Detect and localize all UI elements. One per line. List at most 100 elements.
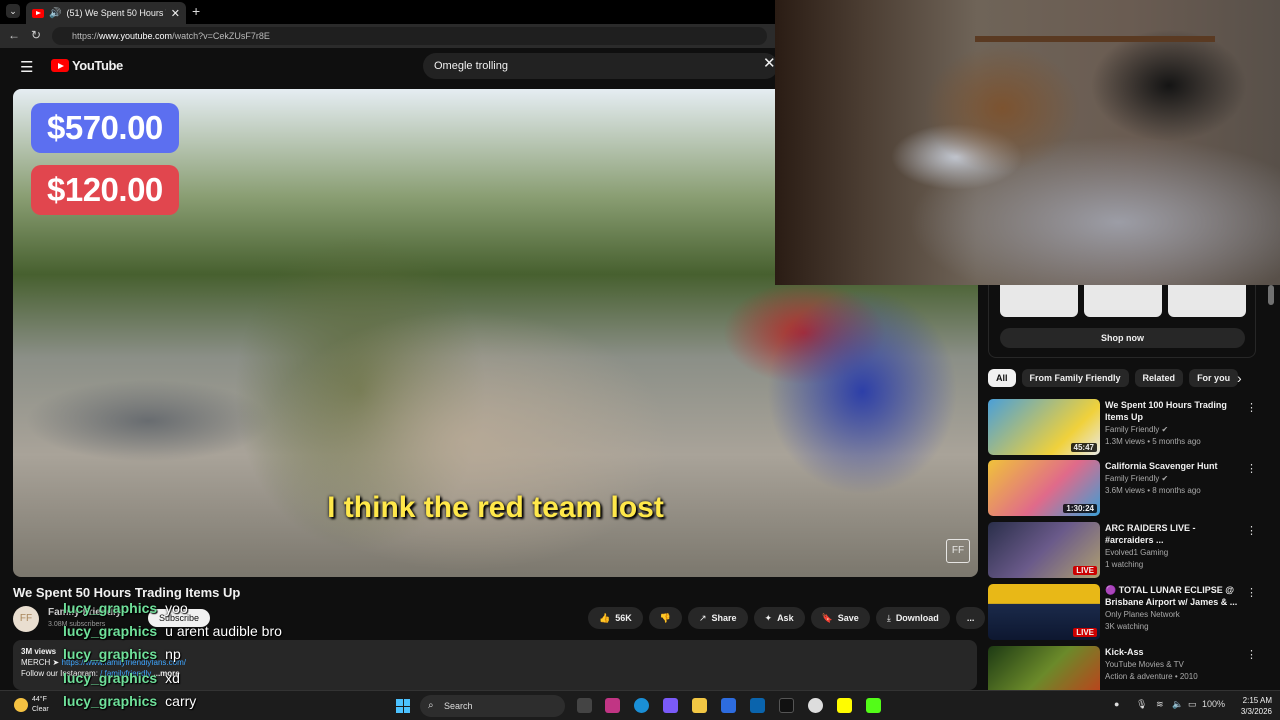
recommendation-item[interactable]: 1:30:24 California Scavenger Hunt Family… — [988, 460, 1258, 518]
recommendation-item[interactable]: 45:47 We Spent 100 Hours Trading Items U… — [988, 399, 1258, 457]
audio-playing-icon[interactable]: 🔊 — [49, 8, 61, 19]
recommendation-item[interactable]: LIVE ARC RAIDERS LIVE - #arcraiders ... … — [988, 522, 1258, 580]
ask-button[interactable]: ✦ Ask — [753, 607, 805, 629]
share-label: Share — [711, 613, 737, 623]
clock-time: 2:15 AM — [1242, 696, 1272, 705]
taskbar-search[interactable]: ⌕ Search — [420, 695, 565, 717]
url-field[interactable]: https://www.youtube.com/watch?v=CekZUsF7… — [52, 27, 767, 45]
file-explorer-icon[interactable] — [692, 698, 707, 713]
share-button[interactable]: ↗ Share — [687, 607, 748, 629]
browser-tab[interactable]: 🔊 (51) We Spent 50 Hours Trading Items U… — [26, 2, 186, 24]
mail-icon[interactable] — [750, 698, 765, 713]
view-count: 3M views — [21, 647, 57, 656]
like-button[interactable]: 👍 56K — [588, 607, 643, 629]
close-tab-icon[interactable]: ✕ — [171, 7, 180, 20]
system-clock[interactable]: 2:15 AM 3/3/2026 — [1228, 695, 1272, 717]
webcam-overlay — [775, 0, 1280, 285]
recommendation-title[interactable]: We Spent 100 Hours Trading Items Up — [1105, 399, 1245, 423]
reload-icon[interactable]: ↻ — [31, 28, 41, 42]
more-actions-button[interactable]: ... — [955, 607, 986, 629]
chevron-right-icon[interactable]: › — [1237, 370, 1242, 386]
chatgpt-icon[interactable] — [808, 698, 823, 713]
shop-now-button[interactable]: Shop now — [1000, 328, 1245, 348]
recommendation-channel[interactable]: Family Friendly ✔ — [1105, 424, 1168, 436]
video-subtitle: I think the red team lost — [327, 491, 664, 524]
product-tile[interactable] — [1000, 285, 1078, 317]
recommendation-item[interactable]: LIVE 🟣 TOTAL LUNAR ECLIPSE @ Brisbane Ai… — [988, 584, 1258, 642]
more-options-icon[interactable]: ⋮ — [1246, 648, 1257, 661]
instagram-icon[interactable] — [605, 698, 620, 713]
recommendation-channel[interactable]: Evolved1 Gaming — [1105, 547, 1168, 559]
microphone-icon[interactable]: 🎙 — [1136, 699, 1147, 710]
edge-icon[interactable] — [634, 698, 649, 713]
shelf — [975, 36, 1215, 42]
product-tile[interactable] — [1168, 285, 1246, 317]
tray-app-icon[interactable]: ● — [1114, 699, 1119, 709]
battery-icon[interactable]: ▭ — [1188, 699, 1197, 710]
chip-from-family-friendly[interactable]: From Family Friendly — [1021, 369, 1129, 387]
recommendation-title[interactable]: California Scavenger Hunt — [1105, 460, 1245, 472]
tiktok-icon[interactable] — [779, 698, 794, 713]
windows-start-icon[interactable] — [396, 699, 410, 713]
video-thumbnail[interactable]: LIVE — [988, 522, 1100, 578]
tab-list-chevron-icon[interactable]: ⌄ — [6, 4, 20, 18]
thumbs-up-icon: 👍 — [599, 613, 611, 623]
more-options-icon[interactable]: ⋮ — [1246, 524, 1257, 537]
chat-username: lucy_graphics — [63, 693, 158, 709]
sparkle-icon: ✦ — [764, 613, 773, 623]
recommendation-stats: 3.6M views • 8 months ago — [1105, 486, 1201, 495]
recommendation-channel[interactable]: Family Friendly ✔ — [1105, 473, 1168, 485]
search-input[interactable]: Omegle trolling — [423, 53, 778, 79]
hamburger-menu-icon[interactable]: ☰ — [20, 58, 33, 76]
video-thumbnail[interactable]: 45:47 — [988, 399, 1100, 455]
chat-username: lucy_graphics — [63, 670, 158, 686]
youtube-logo[interactable]: YouTube — [51, 58, 123, 73]
video-thumbnail[interactable]: LIVE — [988, 584, 1100, 640]
volume-icon[interactable]: 🔈 — [1172, 699, 1183, 710]
task-view-icon[interactable] — [577, 698, 592, 713]
recommendation-title[interactable]: ARC RAIDERS LIVE - #arcraiders ... — [1105, 522, 1245, 546]
address-bar: ← ↻ https://www.youtube.com/watch?v=CekZ… — [0, 24, 775, 48]
more-options-icon[interactable]: ⋮ — [1246, 462, 1257, 475]
chip-for-you[interactable]: For you — [1189, 369, 1239, 387]
url-host: www.youtube.com — [99, 31, 173, 41]
video-thumbnail[interactable]: 1:30:24 — [988, 460, 1100, 516]
chip-all[interactable]: All — [988, 369, 1016, 387]
chat-text: yoo — [165, 600, 188, 616]
kick-icon[interactable] — [866, 698, 881, 713]
save-button[interactable]: 🔖 Save — [810, 607, 870, 629]
snapchat-icon[interactable] — [837, 698, 852, 713]
more-options-icon[interactable]: ⋮ — [1246, 586, 1257, 599]
sidebar-scrollbar[interactable] — [1268, 285, 1274, 305]
back-arrow-icon[interactable]: ← — [8, 28, 20, 42]
save-label: Save — [837, 613, 859, 623]
live-badge: LIVE — [1073, 566, 1097, 575]
wifi-icon[interactable]: ≋ — [1156, 699, 1164, 710]
clear-search-icon[interactable]: ✕ — [763, 54, 776, 72]
recommendation-title[interactable]: 🟣 TOTAL LUNAR ECLIPSE @ Brisbane Airport… — [1105, 584, 1245, 608]
chip-related[interactable]: Related — [1134, 369, 1184, 387]
price-badge-blue: $570.00 — [31, 103, 179, 153]
recommendation-channel[interactable]: YouTube Movies & TV — [1105, 659, 1184, 671]
new-tab-button[interactable]: + — [192, 3, 200, 19]
duration-badge: 1:30:24 — [1063, 504, 1097, 513]
chat-message: lucy_graphics yoo — [63, 600, 188, 616]
product-tile[interactable] — [1084, 285, 1162, 317]
download-button[interactable]: ⤓ Download — [875, 607, 950, 629]
store-icon[interactable] — [721, 698, 736, 713]
more-options-icon[interactable]: ⋮ — [1246, 401, 1257, 414]
dislike-button[interactable]: 👎 — [648, 607, 682, 629]
copilot-icon[interactable] — [663, 698, 678, 713]
bookmark-icon: 🔖 — [821, 613, 833, 623]
recommendation-title[interactable]: Kick-Ass — [1105, 646, 1245, 658]
chat-message: lucy_graphics np — [63, 646, 181, 662]
tab-title: (51) We Spent 50 Hours Trading Items Up — [66, 8, 165, 18]
recommendation-channel[interactable]: Only Planes Network — [1105, 609, 1180, 621]
weather-widget[interactable]: 44°F Clear — [14, 695, 49, 715]
taskbar-search-label: Search — [444, 701, 473, 711]
channel-avatar[interactable]: FF — [13, 606, 39, 632]
chat-text: xd — [165, 670, 180, 686]
channel-watermark[interactable]: FF — [946, 539, 970, 563]
recommendation-stats: Action & adventure • 2010 — [1105, 672, 1198, 681]
download-icon: ⤓ — [886, 613, 891, 623]
